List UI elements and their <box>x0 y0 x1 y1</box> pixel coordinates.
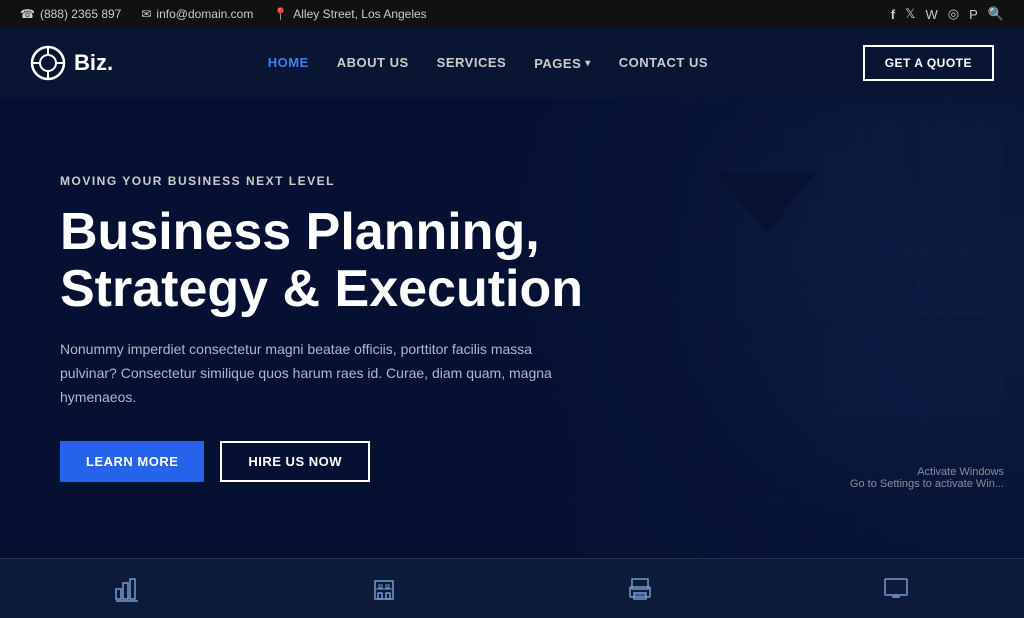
navbar: Biz. HOME ABOUT US SERVICES PAGES CONTAC… <box>0 28 1024 98</box>
address-info: 📍 Alley Street, Los Angeles <box>273 7 426 21</box>
facebook-link[interactable]: f <box>891 7 895 22</box>
activate-line2: Go to Settings to activate Win... <box>850 478 1004 490</box>
logo-text: Biz. <box>74 50 113 76</box>
logo-icon <box>30 45 66 81</box>
building-icon <box>370 575 398 603</box>
nav-item-contact[interactable]: CONTACT US <box>619 54 708 72</box>
chart-icon <box>114 575 142 603</box>
nav-menu: HOME ABOUT US SERVICES PAGES CONTACT US <box>268 54 708 72</box>
nav-link-about[interactable]: ABOUT US <box>337 55 409 70</box>
hero-section: MOVING YOUR BUSINESS NEXT LEVEL Business… <box>0 98 1024 558</box>
bottom-icons-bar <box>0 558 1024 618</box>
nav-item-about[interactable]: ABOUT US <box>337 54 409 72</box>
hero-description: Nonummy imperdiet consectetur magni beat… <box>60 338 580 409</box>
pinterest-link[interactable]: P <box>969 7 978 22</box>
bottom-icon-chart <box>114 575 142 603</box>
learn-more-button[interactable]: LEARN MORE <box>60 441 204 482</box>
nav-item-pages[interactable]: PAGES <box>534 56 591 71</box>
top-bar: ☎ (888) 2365 897 ✉ info@domain.com 📍 All… <box>0 0 1024 28</box>
activate-line1: Activate Windows <box>850 466 1004 478</box>
hire-us-button[interactable]: HIRE US NOW <box>220 441 370 482</box>
nav-item-services[interactable]: SERVICES <box>437 54 507 72</box>
printer-icon <box>626 575 654 603</box>
activate-windows-watermark: Activate Windows Go to Settings to activ… <box>850 466 1004 490</box>
location-icon: 📍 <box>273 7 288 21</box>
email-address: info@domain.com <box>156 7 253 21</box>
nav-link-home[interactable]: HOME <box>268 55 309 70</box>
nav-link-pages[interactable]: PAGES <box>534 56 591 71</box>
hero-title-line2: Strategy & Execution <box>60 260 583 318</box>
monitor-icon <box>882 575 910 603</box>
nav-link-contact[interactable]: CONTACT US <box>619 55 708 70</box>
hero-title: Business Planning, Strategy & Execution <box>60 204 583 318</box>
social-links: f 𝕏 W ◎ P 🔍 <box>891 6 1004 22</box>
instagram-link[interactable]: ◎ <box>948 6 959 22</box>
nav-link-services[interactable]: SERVICES <box>437 55 507 70</box>
get-quote-button[interactable]: GET A QUOTE <box>863 45 994 81</box>
email-icon: ✉ <box>141 7 151 21</box>
bottom-icon-monitor <box>882 575 910 603</box>
whatsapp-link[interactable]: W <box>926 7 938 22</box>
email-info: ✉ info@domain.com <box>141 7 253 21</box>
phone-icon: ☎ <box>20 7 35 21</box>
search-link[interactable]: 🔍 <box>988 6 1004 22</box>
address-text: Alley Street, Los Angeles <box>293 7 426 21</box>
nav-item-home[interactable]: HOME <box>268 54 309 72</box>
hero-subtitle: MOVING YOUR BUSINESS NEXT LEVEL <box>60 174 583 188</box>
top-bar-contact: ☎ (888) 2365 897 ✉ info@domain.com 📍 All… <box>20 7 427 21</box>
hero-content: MOVING YOUR BUSINESS NEXT LEVEL Business… <box>0 174 643 483</box>
logo[interactable]: Biz. <box>30 45 113 81</box>
bottom-icon-building <box>370 575 398 603</box>
twitter-link[interactable]: 𝕏 <box>905 6 915 22</box>
phone-number: (888) 2365 897 <box>40 7 121 21</box>
hero-buttons: LEARN MORE HIRE US NOW <box>60 441 583 482</box>
phone-info: ☎ (888) 2365 897 <box>20 7 121 21</box>
hero-title-line1: Business Planning, <box>60 203 540 261</box>
bottom-icon-printer <box>626 575 654 603</box>
